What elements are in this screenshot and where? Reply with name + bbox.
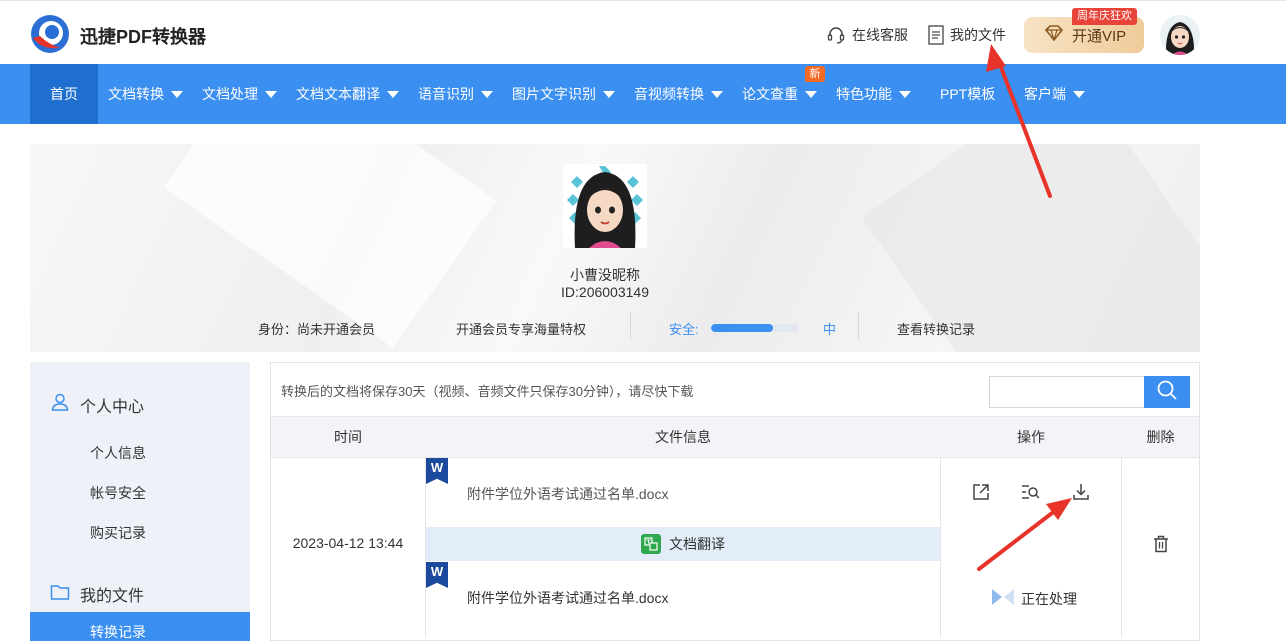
divider xyxy=(858,312,859,340)
search-icon xyxy=(1156,379,1178,406)
new-badge: 新 xyxy=(805,66,825,82)
word-file-icon: W xyxy=(426,458,448,484)
nav-item-av-convert[interactable]: 音视频转换 xyxy=(634,64,723,124)
sidebar-section-personal[interactable]: 个人中心 xyxy=(50,392,144,417)
my-files-link[interactable]: 我的文件 xyxy=(928,25,1006,45)
main-nav: 首页 文档转换 文档处理 文档文本翻译 语音识别 图片文字识别 音视频转换 论文… xyxy=(0,64,1286,124)
headset-icon xyxy=(826,25,846,45)
nav-item-label: 特色功能 xyxy=(836,86,892,102)
security-progress-fill xyxy=(711,324,773,332)
security-progress-bar xyxy=(711,324,799,332)
retention-notice: 转换后的文档将保存30天（视频、音频文件只保存30分钟），请尽快下载 xyxy=(281,384,694,399)
source-file-name: 附件学位外语考试通过名单.docx xyxy=(467,486,669,502)
sidebar-item-conversion-records[interactable]: 转换记录 xyxy=(30,612,250,641)
chevron-down-icon xyxy=(265,90,277,98)
sidebar-item-purchase-records[interactable]: 购买记录 xyxy=(90,523,146,543)
column-header-file-info: 文件信息 xyxy=(655,429,711,445)
sidebar-item-personal-info[interactable]: 个人信息 xyxy=(90,443,146,463)
column-divider xyxy=(940,458,941,638)
folder-icon xyxy=(50,583,70,606)
nav-item-features[interactable]: 特色功能 xyxy=(836,64,911,124)
nav-item-doc-process[interactable]: 文档处理 xyxy=(202,64,277,124)
column-header-actions: 操作 xyxy=(1017,429,1045,445)
chevron-down-icon xyxy=(171,90,183,98)
column-header-time: 时间 xyxy=(334,429,362,445)
nav-item-label: 文档转换 xyxy=(108,86,164,102)
view-records-link[interactable]: 查看转换记录 xyxy=(897,319,975,338)
nav-item-speech-recognition[interactable]: 语音识别 xyxy=(418,64,493,124)
membership-status: 身份：尚未开通会员 xyxy=(258,322,376,337)
sidebar-item-account-security[interactable]: 帐号安全 xyxy=(90,483,146,503)
user-avatar[interactable] xyxy=(1160,15,1200,55)
nav-item-image-ocr[interactable]: 图片文字识别 xyxy=(512,64,615,124)
translate-icon xyxy=(641,534,661,554)
anniversary-badge: 周年庆狂欢 xyxy=(1072,8,1137,25)
file-records-panel: 转换后的文档将保存30天（视频、音频文件只保存30分钟），请尽快下载 时间 文件… xyxy=(270,362,1200,641)
banner-decoration xyxy=(163,144,497,349)
conversion-type-label: 文档翻译 xyxy=(669,536,725,552)
open-external-icon[interactable] xyxy=(971,482,991,502)
download-icon[interactable] xyxy=(1071,482,1091,502)
nav-item-label: 语音识别 xyxy=(418,86,474,102)
nav-item-label: 文档文本翻译 xyxy=(296,86,380,102)
nav-item-label: 首页 xyxy=(50,86,78,102)
chevron-down-icon xyxy=(387,90,399,98)
chevron-down-icon xyxy=(1073,90,1085,98)
diamond-icon xyxy=(1044,25,1064,45)
my-files-label: 我的文件 xyxy=(950,27,1006,43)
sidebar-section-label: 我的文件 xyxy=(80,588,145,605)
online-service-label: 在线客服 xyxy=(852,27,908,43)
top-header: 迅捷PDF转换器 在线客服 我的文件 开通VIP 周年庆狂欢 xyxy=(0,0,1286,64)
search-button[interactable] xyxy=(1144,376,1190,408)
processing-status-label: 正在处理 xyxy=(1021,590,1077,607)
sidebar-section-my-files[interactable]: 我的文件 xyxy=(50,582,144,606)
divider xyxy=(630,312,631,340)
chevron-down-icon xyxy=(603,90,615,98)
security-label: 安全: xyxy=(669,322,699,337)
nav-item-label: 图片文字识别 xyxy=(512,86,596,102)
document-icon xyxy=(928,25,944,45)
brand-name[interactable]: 迅捷PDF转换器 xyxy=(80,23,206,49)
sidebar-section-label: 个人中心 xyxy=(80,398,145,416)
preview-search-icon[interactable] xyxy=(1021,482,1041,502)
output-file-name: 附件学位外语考试通过名单.docx xyxy=(467,590,669,606)
chevron-down-icon xyxy=(481,90,493,98)
nav-item-home[interactable]: 首页 xyxy=(30,64,98,124)
search-input[interactable] xyxy=(989,376,1145,408)
nav-item-label: PPT模板 xyxy=(940,86,996,102)
security-level: 中 xyxy=(823,322,837,337)
user-icon xyxy=(50,392,70,417)
column-header-delete: 删除 xyxy=(1146,429,1175,445)
nav-item-label: 论文查重 xyxy=(742,86,798,102)
nav-item-doc-convert[interactable]: 文档转换 xyxy=(108,64,183,124)
trash-icon[interactable] xyxy=(1151,534,1171,554)
nav-item-label: 客户端 xyxy=(1024,86,1066,102)
chevron-down-icon xyxy=(711,90,723,98)
record-time: 2023-04-12 13:44 xyxy=(292,535,404,551)
member-promo-link[interactable]: 开通会员专享海量特权 xyxy=(456,319,586,338)
chevron-down-icon xyxy=(805,90,817,98)
nav-item-client[interactable]: 客户端 xyxy=(1024,64,1085,124)
nav-item-ppt-templates[interactable]: PPT模板 xyxy=(940,64,995,124)
nav-item-label: 文档处理 xyxy=(202,86,258,102)
user-nickname: 小曹没昵称 xyxy=(570,267,640,283)
conversion-type: 文档翻译 xyxy=(426,527,940,561)
sidebar: 个人中心 个人信息 帐号安全 购买记录 我的文件 转换记录 xyxy=(30,362,250,641)
column-divider xyxy=(1121,458,1122,638)
nav-item-label: 音视频转换 xyxy=(634,86,704,102)
table-header: 时间 文件信息 操作 删除 xyxy=(271,416,1199,458)
online-service-link[interactable]: 在线客服 xyxy=(826,25,908,45)
user-id: ID:206003149 xyxy=(561,284,649,300)
profile-avatar[interactable] xyxy=(563,164,647,248)
brand-logo-icon[interactable] xyxy=(30,14,70,54)
processing-spinner-icon xyxy=(991,587,1015,610)
open-vip-label: 开通VIP xyxy=(1072,27,1127,45)
nav-item-doc-translate[interactable]: 文档文本翻译 xyxy=(296,64,399,124)
word-file-icon: W xyxy=(426,562,448,588)
processing-status: 正在处理 xyxy=(991,587,1077,610)
chevron-down-icon xyxy=(899,90,911,98)
